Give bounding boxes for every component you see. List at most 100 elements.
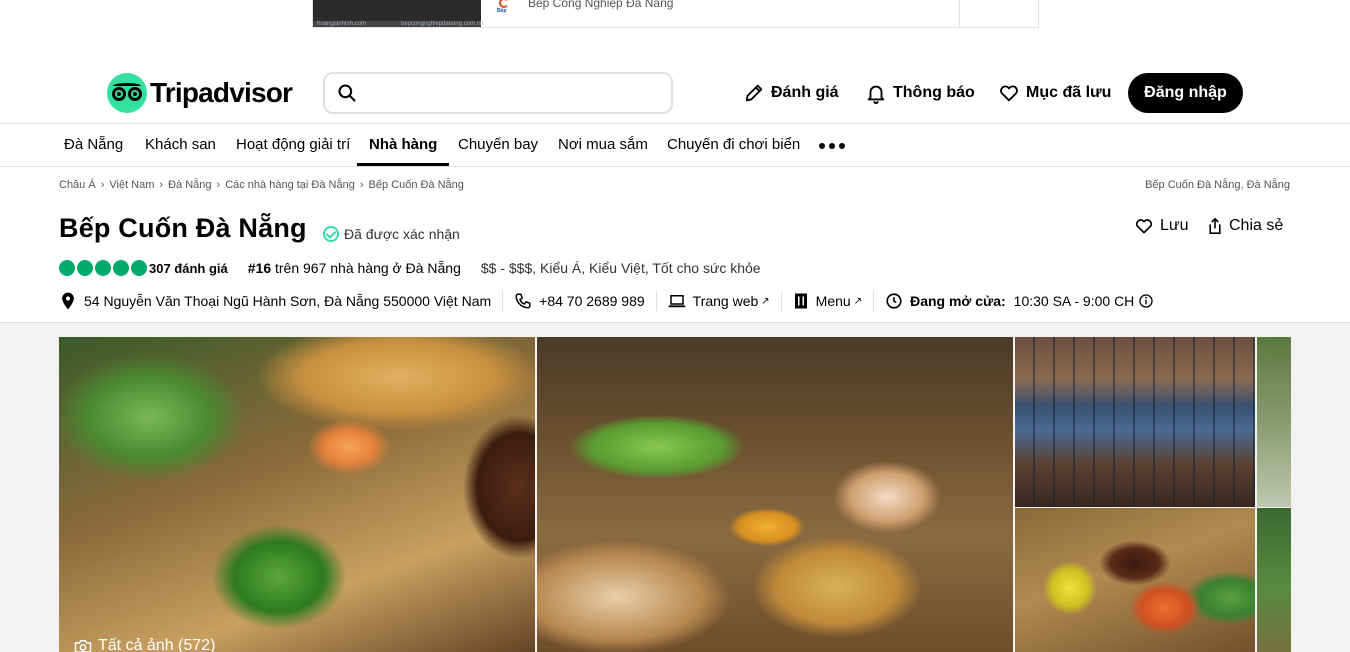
chevron-right-icon: › [159, 179, 164, 191]
tripadvisor-logo[interactable]: Tripadvisor [107, 73, 293, 113]
map-pin-icon [62, 292, 74, 310]
share-icon [1209, 217, 1221, 234]
share-label: Chia sẻ [1229, 217, 1284, 234]
bell-icon [867, 85, 885, 104]
nav-item-flights[interactable]: Chuyến bay [458, 124, 538, 166]
gallery-photo[interactable] [1015, 508, 1255, 652]
share-button[interactable]: Chia sẻ [1207, 216, 1283, 236]
search-box[interactable] [323, 72, 673, 114]
address-text: 54 Nguyễn Văn Thoại Ngũ Hành Sơn, Đà Nẵn… [84, 293, 492, 309]
camera-icon [74, 640, 92, 652]
breadcrumb-item[interactable]: Việt Nam [109, 179, 154, 191]
review-label: Đánh giá [771, 84, 839, 101]
search-icon [338, 84, 356, 102]
gallery-photo[interactable] [537, 337, 1013, 652]
page-title: Bếp Cuốn Đà Nẵng [59, 213, 307, 243]
notifications-link[interactable]: Thông báo [865, 73, 975, 113]
ad-banner[interactable]: hoangianhinh.com bepcongnghiepdanang.com… [312, 0, 1039, 28]
notifications-label: Thông báo [893, 84, 975, 101]
save-button[interactable]: Lưu [1134, 216, 1189, 236]
gallery-photo[interactable] [1015, 337, 1255, 507]
hours-info[interactable]: Đang mở cửa: 10:30 SA - 9:00 CH [885, 292, 1154, 310]
brand-name: Tripadvisor [150, 77, 293, 108]
menu-book-icon [794, 293, 807, 309]
phone-link[interactable]: +84 70 2689 989 [514, 292, 645, 310]
ad-image[interactable]: hoangianhinh.com bepcongnghiepdanang.com… [313, 0, 484, 27]
nav-item-hotels[interactable]: Khách san [145, 124, 216, 166]
divider [873, 291, 875, 311]
breadcrumb-item[interactable]: Các nhà hàng tại Đà Nẵng [225, 179, 355, 191]
phone-text: +84 70 2689 989 [539, 293, 645, 309]
ranking-link[interactable]: #16 trên 967 nhà hàng ở Đà Nẵng [248, 260, 461, 276]
breadcrumb: Châu Á › Việt Nam › Đà Nẵng › Các nhà hà… [59, 179, 464, 191]
gallery-photo-main[interactable] [59, 337, 535, 652]
verified-badge: Đã được xác nhận [323, 226, 460, 242]
menu-text: Menu [815, 293, 851, 309]
external-link-icon: ↗ [761, 295, 770, 307]
hours-label: Đang mở cửa: [910, 293, 1006, 309]
pencil-icon [745, 84, 763, 102]
rating-bubble-icon [113, 260, 129, 276]
ad-image-text-right: bepcongnghiepdanang.com.vn [401, 21, 484, 27]
hours-text: 10:30 SA - 9:00 CH [1013, 293, 1135, 309]
nav-item-things-to-do[interactable]: Hoạt động giải trí [236, 124, 350, 166]
heart-icon [1135, 219, 1153, 234]
website-text: Trang web [692, 293, 759, 309]
photo-gallery: Tất cả ảnh (572) [0, 322, 1350, 652]
rating-bubble-icon [59, 260, 75, 276]
ad-text[interactable]: Bếp Công Nghiệp Đà Nẵng [528, 0, 673, 10]
search-input[interactable] [369, 80, 659, 106]
clock-icon [886, 293, 902, 309]
owl-logo-icon [107, 73, 147, 113]
ad-divider [959, 0, 960, 27]
rating-bubbles[interactable] [59, 260, 147, 276]
saved-label: Mục đã lưu [1026, 84, 1112, 101]
rating-bubble-icon [131, 260, 147, 276]
site-header: Tripadvisor Đánh giá Thông báo Mục đã lư… [0, 60, 1350, 124]
category-nav: Đà Nẵng Khách san Hoạt động giải trí Nhà… [0, 123, 1350, 167]
nav-item-restaurants[interactable]: Nhà hàng [357, 124, 450, 166]
menu-link[interactable]: Menu ↗ [793, 292, 862, 310]
more-menu-icon[interactable] [819, 143, 845, 149]
rating-line: 307 đánh giá #16 trên 967 nhà hàng ở Đà … [59, 260, 761, 276]
heart-icon [1000, 85, 1018, 102]
cuisine-tags: $$ - $$$, Kiểu Á, Kiểu Việt, Tốt cho sức… [480, 260, 761, 276]
gallery-photo[interactable] [1257, 337, 1291, 507]
laptop-icon [668, 295, 685, 308]
nav-item-da-nang[interactable]: Đà Nẵng [64, 124, 123, 166]
verified-check-icon [323, 226, 339, 242]
chevron-right-icon: › [216, 179, 221, 191]
chevron-right-icon: › [359, 179, 364, 191]
login-button[interactable]: Đăng nhập [1128, 73, 1243, 113]
rating-bubble-icon [77, 260, 93, 276]
nav-item-cruises[interactable]: Chuyến đi chơi biển [667, 124, 800, 166]
all-photos-button[interactable]: Tất cả ảnh (572) [74, 637, 215, 652]
review-link[interactable]: Đánh giá [743, 73, 839, 113]
breadcrumb-item[interactable]: Châu Á [59, 179, 96, 191]
divider [780, 291, 782, 311]
breadcrumb-item-current: Bếp Cuốn Đà Nẵng [368, 179, 464, 191]
info-line: 54 Nguyễn Văn Thoại Ngũ Hành Sơn, Đà Nẵn… [59, 290, 1154, 312]
breadcrumb-item[interactable]: Đà Nẵng [168, 179, 211, 191]
saved-link[interactable]: Mục đã lưu [998, 73, 1111, 113]
save-label: Lưu [1160, 217, 1189, 234]
ad-image-text-left: hoangianhinh.com [317, 21, 367, 27]
info-icon[interactable] [1138, 293, 1154, 309]
ad-logo-icon: Bếp [497, 0, 513, 14]
rank-text: trên 967 nhà hàng ở Đà Nẵng [271, 260, 461, 276]
chevron-right-icon: › [100, 179, 105, 191]
external-link-icon: ↗ [853, 295, 863, 307]
rating-bubble-icon [95, 260, 111, 276]
phone-icon [515, 293, 531, 309]
address-link[interactable]: 54 Nguyễn Văn Thoại Ngũ Hành Sơn, Đà Nẵn… [59, 291, 491, 311]
verified-label: Đã được xác nhận [344, 226, 460, 242]
breadcrumb-location: Bếp Cuốn Đà Nẵng, Đà Nẵng [1145, 179, 1290, 191]
gallery-photo[interactable] [1257, 508, 1291, 652]
website-link[interactable]: Trang web ↗ [668, 293, 770, 309]
divider [655, 291, 657, 311]
nav-item-shopping[interactable]: Nơi mua sắm [558, 124, 648, 166]
reviews-count-link[interactable]: 307 đánh giá [149, 261, 228, 276]
divider [502, 291, 504, 311]
all-photos-label: Tất cả ảnh (572) [98, 637, 216, 652]
rank-number: #16 [247, 260, 272, 276]
